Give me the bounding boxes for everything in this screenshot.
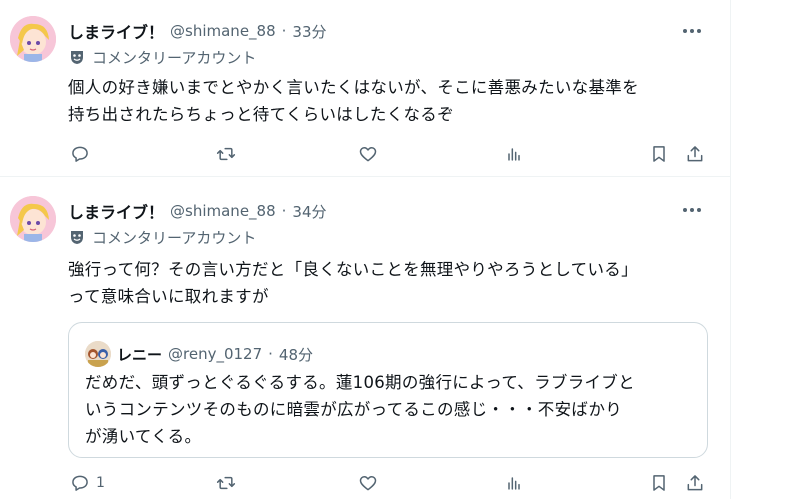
- quoted-text-line: が湧いてくる。: [85, 427, 202, 446]
- tweet[interactable]: しまライブ！ @shimane_88 · 34分 コメンタリーアカウント 強行っ…: [0, 177, 730, 499]
- quoted-text-line: だめだ、頭ずっとぐるぐるする。蓮106期の強行によって、ラブライブと: [85, 373, 635, 392]
- tweet-header: しまライブ！ @shimane_88 · 34分: [68, 199, 327, 223]
- share-icon: [687, 146, 703, 162]
- avatar[interactable]: [10, 196, 56, 242]
- tweet-header: しまライブ！ @shimane_88 · 33分: [68, 19, 327, 43]
- retweet-button[interactable]: [216, 471, 236, 495]
- display-name[interactable]: しまライブ！: [68, 199, 164, 223]
- action-bar: [68, 142, 718, 166]
- quoted-timestamp[interactable]: 48分: [279, 344, 313, 365]
- quoted-handle[interactable]: @reny_0127: [168, 345, 262, 363]
- tweet-text: 個人の好き嫌いまでとやかく言いたくはないが、そこに善悪みたいな基準を 持ち出され…: [68, 74, 708, 128]
- quoted-tweet[interactable]: レニー @reny_0127 · 48分 だめだ、頭ずっとぐるぐるする。蓮106…: [68, 322, 708, 458]
- share-icon: [687, 475, 703, 491]
- timeline: しまライブ！ @shimane_88 · 33分 コメンタリーアカウント 個人の…: [0, 0, 731, 499]
- quoted-display-name[interactable]: レニー: [117, 344, 162, 365]
- separator: ·: [281, 22, 287, 40]
- like-icon: [359, 147, 377, 162]
- mask-icon: [71, 51, 83, 64]
- more-icon[interactable]: [680, 203, 704, 217]
- retweet-icon: [216, 147, 236, 161]
- handle[interactable]: @shimane_88: [170, 202, 276, 220]
- bookmark-button[interactable]: [649, 471, 669, 495]
- account-label: コメンタリーアカウント: [68, 46, 256, 68]
- retweet-button[interactable]: [216, 142, 236, 166]
- action-bar: 1: [68, 471, 718, 495]
- bookmark-icon: [653, 475, 665, 491]
- quoted-text-line: いうコンテンツそのものに暗雲が広がってるこの感じ・・・不安ばかり: [85, 400, 623, 419]
- account-label-text: コメンタリーアカウント: [92, 48, 257, 67]
- display-name[interactable]: しまライブ！: [68, 19, 164, 43]
- timestamp[interactable]: 34分: [292, 201, 326, 222]
- views-button[interactable]: [504, 142, 524, 166]
- views-icon: [508, 148, 520, 161]
- views-icon: [508, 477, 520, 490]
- timestamp[interactable]: 33分: [292, 21, 326, 42]
- tweet-text: 強行って何？その言い方だと「良くないことを無理やりやろうとしている」 って意味合…: [68, 256, 708, 310]
- reply-icon: [72, 475, 88, 491]
- tweet[interactable]: しまライブ！ @shimane_88 · 33分 コメンタリーアカウント 個人の…: [0, 0, 730, 177]
- reply-count: 1: [96, 475, 105, 491]
- share-button[interactable]: [685, 471, 705, 495]
- like-icon: [359, 476, 377, 491]
- tweet-text-line: 個人の好き嫌いまでとやかく言いたくはないが、そこに善悪みたいな基準を: [68, 78, 639, 97]
- like-button[interactable]: [358, 142, 378, 166]
- views-button[interactable]: [504, 471, 524, 495]
- more-icon[interactable]: [680, 24, 704, 38]
- quoted-avatar[interactable]: [85, 341, 111, 367]
- tweet-text-line: 持ち出されたらちょっと待てくらいはしたくなるぞ: [68, 105, 454, 124]
- tweet-text-line: 強行って何？その言い方だと「良くないことを無理やりやろうとしている」: [68, 260, 638, 279]
- bookmark-icon: [653, 146, 665, 162]
- reply-button[interactable]: 1: [70, 471, 105, 495]
- account-label: コメンタリーアカウント: [68, 226, 256, 248]
- separator: ·: [281, 202, 287, 220]
- avatar[interactable]: [10, 16, 56, 62]
- reply-button[interactable]: [70, 142, 96, 166]
- tweet-text-line: って意味合いに取れますが: [68, 287, 269, 306]
- handle[interactable]: @shimane_88: [170, 22, 276, 40]
- mask-icon: [71, 231, 83, 244]
- separator: ·: [268, 345, 273, 363]
- quoted-text: だめだ、頭ずっとぐるぐるする。蓮106期の強行によって、ラブライブと いうコンテ…: [85, 369, 695, 450]
- like-button[interactable]: [358, 471, 378, 495]
- account-label-text: コメンタリーアカウント: [92, 228, 257, 247]
- retweet-icon: [216, 476, 236, 490]
- reply-icon: [72, 146, 88, 162]
- share-button[interactable]: [685, 142, 705, 166]
- bookmark-button[interactable]: [649, 142, 669, 166]
- quoted-tweet-header: レニー @reny_0127 · 48分: [85, 341, 313, 367]
